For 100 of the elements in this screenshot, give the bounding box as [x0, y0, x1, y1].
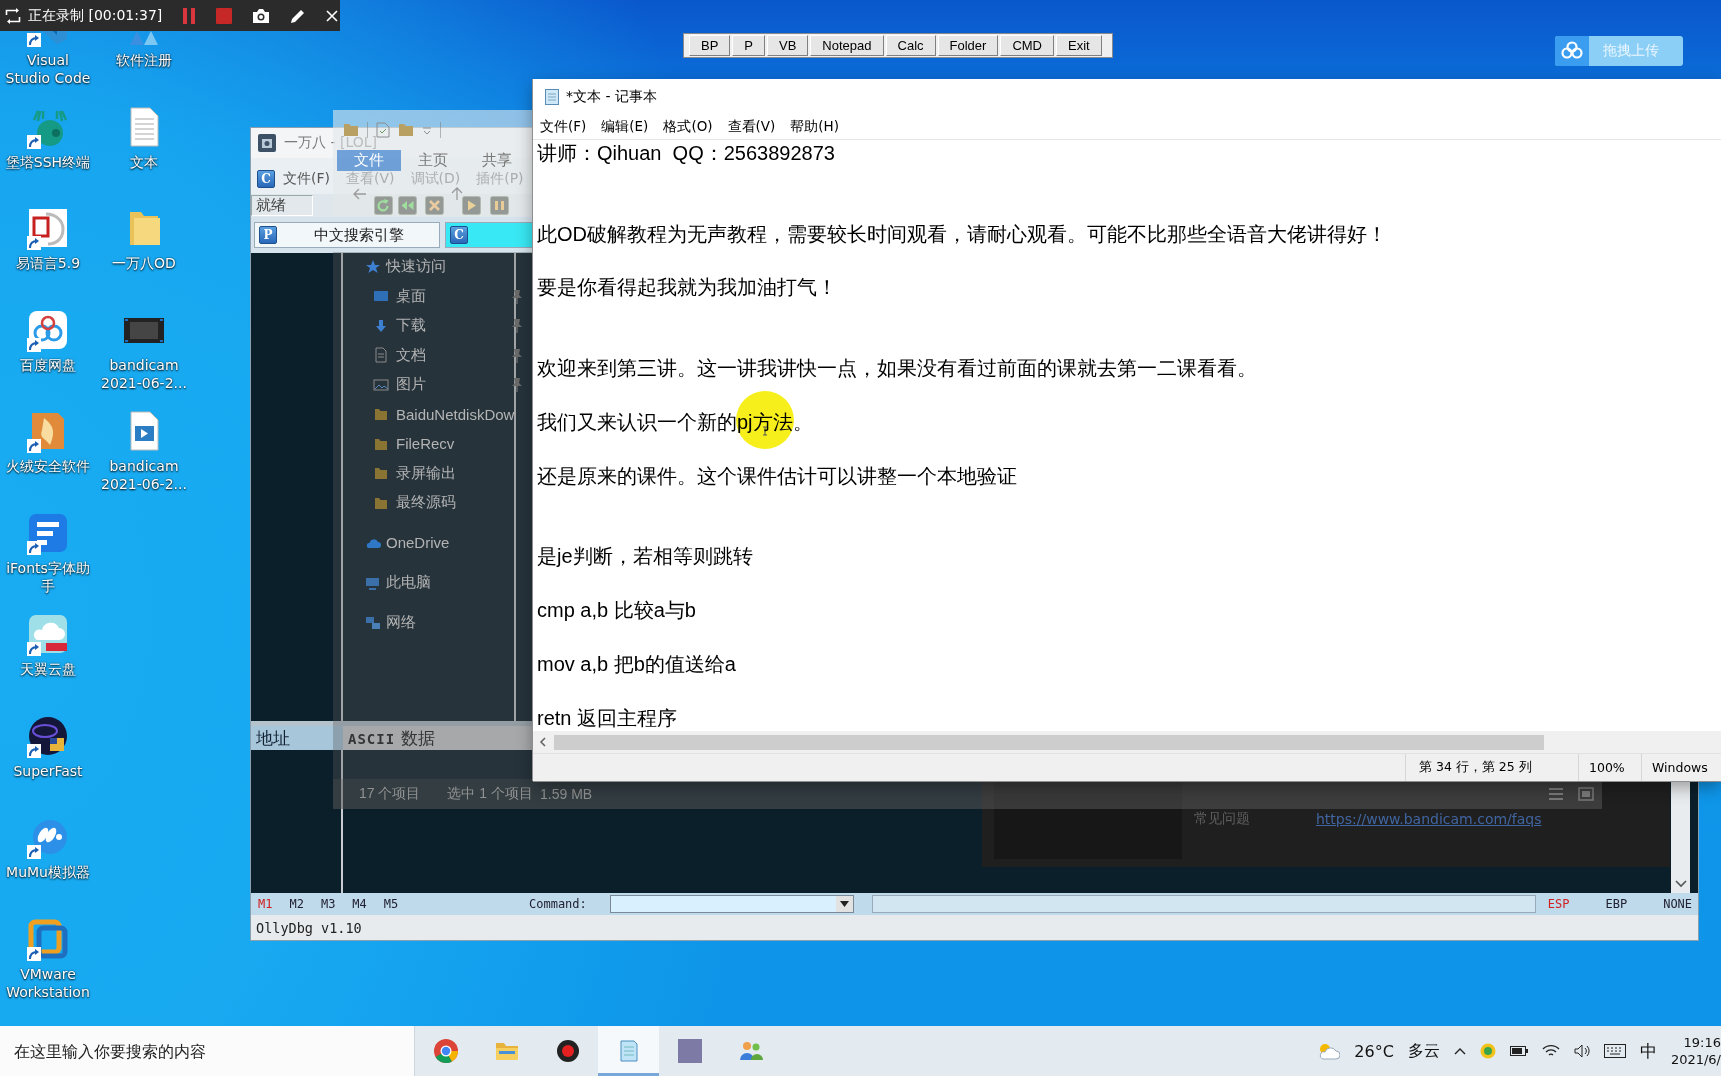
column-header[interactable]: 地址 — [251, 726, 343, 750]
tile-icon[interactable] — [26, 206, 70, 250]
record-icon[interactable] — [554, 1038, 581, 1064]
speaker-icon[interactable] — [1573, 1044, 1590, 1058]
marker-label[interactable]: M1 — [258, 897, 273, 911]
folder-icon[interactable] — [343, 123, 359, 137]
encoding-label: Windows — [1652, 760, 1708, 775]
rotate-arrows-icon[interactable] — [4, 6, 22, 25]
caret-icon[interactable] — [422, 125, 432, 135]
nav-item[interactable]: 图片 — [396, 375, 426, 395]
menu-item[interactable]: 文件(F) — [275, 170, 338, 188]
menu-item[interactable]: 查看(V) — [720, 117, 784, 136]
pause-icon[interactable] — [490, 196, 509, 215]
rewind-icon[interactable] — [398, 196, 417, 215]
window-tab[interactable]: C — [445, 222, 533, 248]
temperature: 26°C — [1354, 1041, 1394, 1061]
up-arrow-icon[interactable] — [450, 186, 464, 201]
text-line: mov a,b 把b的值送给a — [537, 651, 736, 677]
camera-icon[interactable] — [252, 7, 271, 24]
status-text: 选中 1 个项目 — [447, 785, 534, 803]
nav-item[interactable]: FileRecv — [396, 435, 455, 453]
nav-item[interactable]: 网络 — [386, 613, 416, 633]
picture-icon[interactable] — [373, 376, 389, 393]
horizontal-scrollbar[interactable] — [533, 731, 1721, 753]
scrollbar-thumb[interactable] — [554, 734, 1544, 750]
clock-time: 19:16 — [1683, 1034, 1721, 1051]
pin-icon[interactable] — [510, 377, 524, 393]
network-icon[interactable] — [365, 614, 381, 631]
circle-icon[interactable] — [1479, 1043, 1496, 1059]
nav-item[interactable]: 快速访问 — [386, 257, 446, 277]
nav-item[interactable]: 桌面 — [396, 286, 426, 306]
back-arrow-icon[interactable] — [353, 186, 367, 201]
letter-tile: C — [450, 226, 468, 244]
ribbon-tab[interactable]: 主页 — [401, 150, 465, 171]
marker-label[interactable]: M5 — [383, 897, 399, 911]
pin-icon[interactable] — [510, 347, 524, 364]
nav-item[interactable]: 文档 — [396, 345, 426, 365]
launcher-button[interactable]: Calc — [885, 35, 936, 56]
keyboard-icon[interactable] — [1603, 1044, 1626, 1058]
marker-label[interactable]: M2 — [289, 897, 304, 911]
cloud-icon[interactable] — [26, 612, 70, 656]
register-label[interactable]: ESP — [1547, 897, 1570, 911]
command-field[interactable] — [609, 895, 854, 913]
folder-icon[interactable] — [373, 406, 389, 423]
launcher-button[interactable]: CMD — [1000, 35, 1054, 56]
status-text: 1.59 MB — [540, 786, 593, 802]
folder-icon[interactable] — [373, 465, 389, 482]
pin-icon[interactable] — [510, 318, 524, 334]
nav-item[interactable]: OneDrive — [386, 534, 450, 552]
marker-label[interactable]: M4 — [352, 897, 367, 911]
input-method[interactable]: 中 — [1639, 1039, 1657, 1063]
picture-placeholder-icon[interactable] — [676, 1038, 703, 1064]
star-icon[interactable] — [365, 258, 381, 275]
menu-item[interactable]: 文件(F) — [533, 117, 595, 136]
vertical-scrollbar[interactable] — [1671, 781, 1690, 893]
tiles-view-icon[interactable] — [1578, 787, 1594, 801]
text-line: 是je判断，若相等则跳转 — [537, 544, 753, 570]
pause-icon[interactable] — [182, 6, 197, 25]
marker-label[interactable]: M3 — [320, 897, 336, 911]
folder-icon[interactable] — [398, 123, 414, 137]
cursor-position: 第 34 行，第 25 列 — [1419, 759, 1532, 776]
menu-item[interactable]: 格式(O) — [656, 117, 721, 136]
launcher-button[interactable]: Folder — [937, 35, 999, 56]
battery-icon[interactable] — [1509, 1045, 1528, 1057]
play-icon[interactable] — [462, 196, 481, 215]
cloud-icon — [1555, 36, 1589, 66]
launcher-button[interactable]: P — [732, 35, 765, 56]
document-icon[interactable] — [376, 122, 390, 138]
status-field: 就绪 — [251, 195, 313, 216]
status-text: OllyDbg v1.10 — [256, 919, 362, 936]
nav-item[interactable]: 下载 — [396, 316, 426, 336]
details-view-icon[interactable] — [1548, 787, 1564, 801]
clock[interactable]: 19:16 2021/6/ — [1670, 1034, 1721, 1068]
menu-item[interactable]: 帮助(H) — [783, 117, 848, 136]
menu-item[interactable]: 编辑(E) — [594, 117, 657, 136]
text-line: 欢迎来到第三讲。这一讲我讲快一点，如果没有看过前面的课就去第一二课看看。 — [537, 356, 1257, 382]
document-icon[interactable] — [373, 347, 389, 364]
pin-icon[interactable] — [510, 288, 524, 305]
launcher-button[interactable]: Exit — [1056, 35, 1102, 56]
column-header[interactable]: ASCII 数据 — [343, 726, 532, 750]
launcher-button[interactable]: BP — [689, 35, 731, 56]
window-menu-button[interactable]: C — [257, 170, 275, 188]
launcher-button[interactable]: VB — [767, 35, 809, 56]
ring-icon[interactable] — [432, 1038, 459, 1064]
restart-icon[interactable] — [374, 196, 393, 215]
pencil-icon[interactable] — [290, 7, 307, 24]
register-label[interactable]: NONE — [1663, 897, 1693, 911]
chevron-up-icon[interactable] — [1453, 1047, 1466, 1055]
weather-condition: 多云 — [1407, 1040, 1440, 1062]
stop-icon[interactable] — [216, 7, 233, 24]
nav-item[interactable]: 最终源码 — [396, 493, 456, 513]
nav-item[interactable]: 此电脑 — [386, 573, 431, 593]
search-field[interactable]: 在这里输入你要搜索的内容 — [0, 1026, 415, 1076]
register-label[interactable]: EBP — [1605, 897, 1628, 911]
down-arrow-icon[interactable] — [373, 317, 389, 334]
nav-item[interactable]: 录屏输出 — [396, 463, 456, 483]
launcher-button[interactable]: Notepad — [810, 35, 884, 56]
wifi-icon[interactable] — [1541, 1044, 1560, 1058]
ribbon-tab[interactable]: 共享 — [465, 150, 529, 171]
window-tab[interactable]: P 中文搜索引擎 — [254, 222, 440, 248]
